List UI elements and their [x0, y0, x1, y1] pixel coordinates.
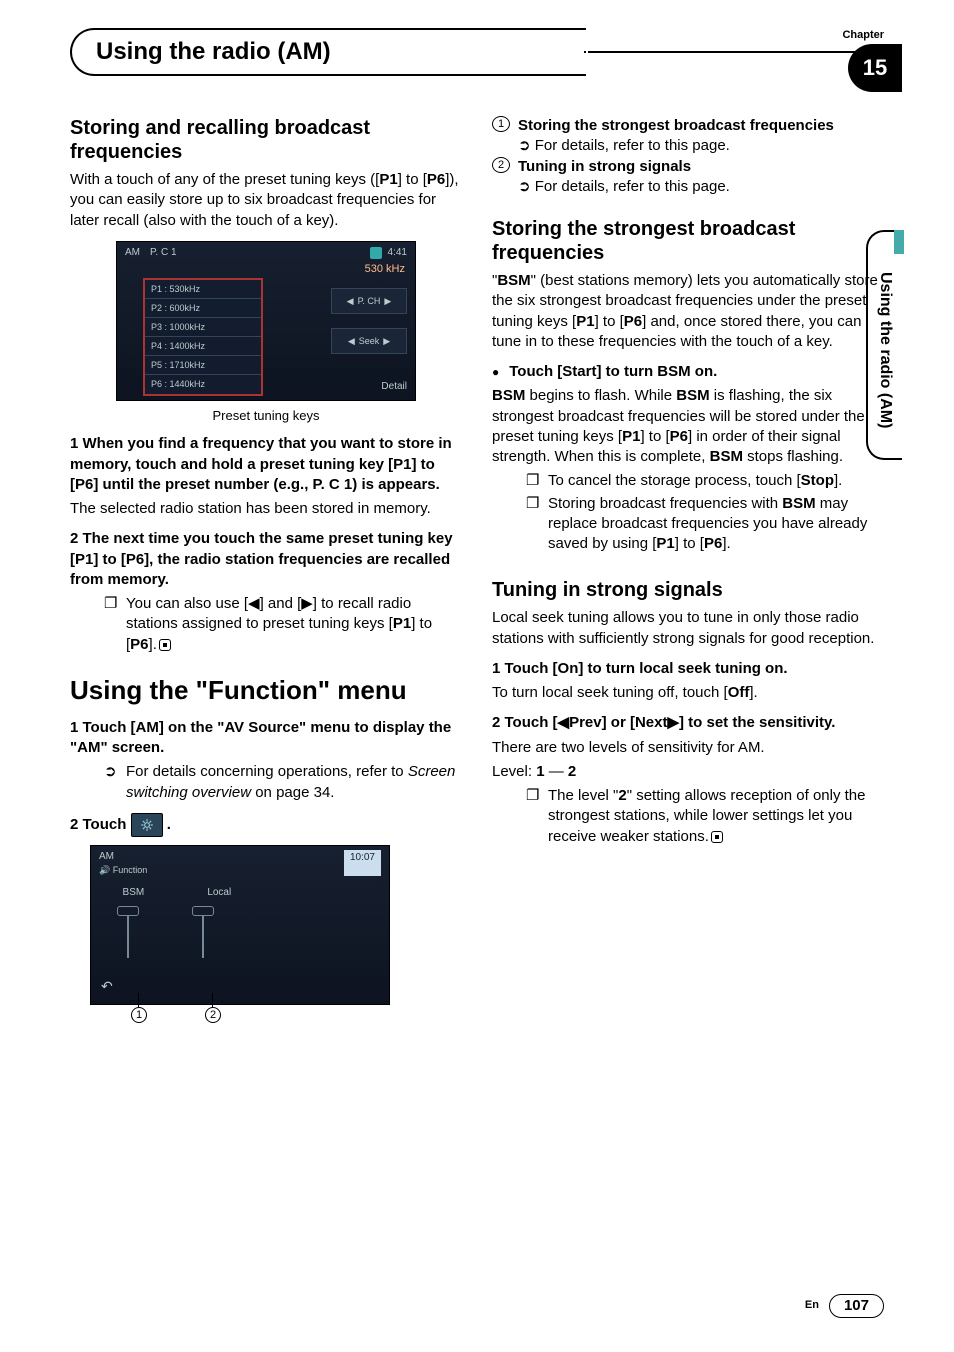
circled-1-icon: 1: [492, 116, 510, 132]
arrow-bullet-icon: ➲: [518, 137, 535, 154]
triangle-left-icon: ◀: [347, 295, 354, 307]
ss1-frequency: 530 kHz: [365, 262, 405, 277]
dot-icon: [492, 363, 509, 380]
ss1-band: AM: [125, 246, 140, 260]
seek-button[interactable]: ◀ Seek ▶: [331, 328, 407, 354]
bsm-on-step: Touch [Start] to turn BSM on.: [492, 362, 884, 382]
step-1-body: The selected radio station has been stor…: [70, 499, 462, 519]
triangle-right-icon: ▶: [384, 295, 391, 307]
section-storing-recalling-title: Storing and recalling broadcast frequenc…: [70, 116, 462, 164]
bsm-cancel-note: ❐ To cancel the storage process, touch […: [526, 471, 884, 491]
tuning-level-note: ❐ The level "2" setting allows reception…: [526, 786, 884, 847]
footer-lang: En: [805, 1298, 819, 1313]
ss1-pc: P. C 1: [150, 246, 177, 260]
side-tab-accent: [894, 230, 904, 254]
section-tuning-title: Tuning in strong signals: [492, 578, 884, 602]
bsm-on-body: BSM begins to flash. While BSM is flashi…: [492, 386, 884, 467]
page-title: Using the radio (AM): [70, 28, 588, 76]
pch-button[interactable]: ◀ P. CH ▶: [331, 288, 407, 314]
side-tab: Using the radio (AM): [866, 230, 902, 460]
local-label: Local: [207, 886, 231, 900]
gear-icon[interactable]: [370, 247, 382, 259]
bsm-label: BSM: [123, 886, 145, 900]
detail-button[interactable]: Detail: [381, 380, 407, 394]
step-2: 2 The next time you touch the same prese…: [70, 529, 462, 590]
gear-button-icon[interactable]: [131, 813, 163, 837]
bsm-button[interactable]: [117, 906, 139, 958]
callout-item-2: 2 Tuning in strong signals ➲ For details…: [492, 157, 884, 198]
back-icon[interactable]: ↶: [101, 977, 113, 996]
ss2-sub: 🔊 Function: [99, 864, 147, 876]
preset-p3[interactable]: P3 : 1000kHz: [145, 317, 261, 336]
section-tuning-intro: Local seek tuning allows you to tune in …: [492, 608, 884, 649]
preset-p6[interactable]: P6 : 1440kHz: [145, 374, 261, 393]
square-bullet-icon: ❐: [526, 494, 540, 555]
ss2-time: 10:07: [344, 850, 381, 876]
preset-p4[interactable]: P4 : 1400kHz: [145, 336, 261, 355]
square-bullet-icon: ❐: [526, 471, 540, 491]
tuning-step-1: 1 Touch [On] to turn local seek tuning o…: [492, 659, 884, 679]
ss2-band: AM: [99, 850, 147, 864]
preset-list: P1 : 530kHz P2 : 600kHz P3 : 1000kHz P4 …: [143, 278, 263, 396]
preset-p5[interactable]: P5 : 1710kHz: [145, 355, 261, 374]
triangle-left-icon: ◀: [348, 335, 355, 347]
func-step-1-note: ➲ For details concerning operations, ref…: [104, 762, 462, 803]
step-2-note: ❐ You can also use [◀] and [▶] to recall…: [104, 594, 462, 655]
tuning-step-2: 2 Touch [◀Prev] or [Next▶] to set the se…: [492, 713, 884, 733]
tuning-levels: Level: 1 — 2: [492, 762, 884, 782]
arrow-bullet-icon: ➲: [518, 178, 535, 195]
square-bullet-icon: ❐: [526, 786, 540, 847]
callout-item-1: 1 Storing the strongest broadcast freque…: [492, 116, 884, 157]
section-storing-recalling-intro: With a touch of any of the preset tuning…: [70, 170, 462, 231]
tuning-step-2-body: There are two levels of sensitivity for …: [492, 738, 884, 758]
bsm-replace-note: ❐ Storing broadcast frequencies with BSM…: [526, 494, 884, 555]
preset-p2[interactable]: P2 : 600kHz: [145, 298, 261, 317]
callout-2-icon: 2: [205, 1007, 221, 1023]
chapter-label: Chapter: [842, 28, 884, 43]
left-column: Storing and recalling broadcast frequenc…: [70, 116, 462, 1033]
screenshot1-caption: Preset tuning keys: [70, 407, 462, 425]
func-step-1: 1 Touch [AM] on the "AV Source" menu to …: [70, 718, 462, 759]
section-function-menu-title: Using the "Function" menu: [70, 673, 462, 708]
screenshot-preset-keys: AM P. C 1 4:41 530 kHz P1 : 530kHz P2 : …: [116, 241, 416, 401]
arrow-bullet-icon: ➲: [104, 762, 118, 803]
chapter-number-badge: 15: [848, 44, 902, 92]
screenshot2-callouts: 1 2: [90, 1007, 390, 1033]
section-strongest-title: Storing the strongest broadcast frequenc…: [492, 217, 884, 265]
square-bullet-icon: ❐: [104, 594, 118, 655]
tuning-step-1-body: To turn local seek tuning off, touch [Of…: [492, 683, 884, 703]
preset-p1[interactable]: P1 : 530kHz: [145, 280, 261, 298]
func-step-2: 2 Touch .: [70, 813, 462, 837]
header-rule: [584, 51, 884, 53]
side-tab-text: Using the radio (AM): [874, 272, 896, 428]
callout-1-icon: 1: [131, 1007, 147, 1023]
end-mark-icon: [159, 639, 171, 651]
right-column: 1 Storing the strongest broadcast freque…: [492, 116, 884, 1033]
page-footer: En 107: [805, 1294, 884, 1318]
triangle-right-icon: ▶: [383, 335, 390, 347]
circled-2-icon: 2: [492, 157, 510, 173]
end-mark-icon: [711, 831, 723, 843]
ss1-time: 4:41: [388, 246, 407, 260]
footer-page-number: 107: [829, 1294, 884, 1318]
local-button[interactable]: [192, 906, 214, 958]
section-strongest-body: "BSM" (best stations memory) lets you au…: [492, 271, 884, 352]
step-1: 1 When you find a frequency that you wan…: [70, 434, 462, 495]
screenshot-function-menu: AM 🔊 Function 10:07 BSM Local ↶: [90, 845, 390, 1005]
